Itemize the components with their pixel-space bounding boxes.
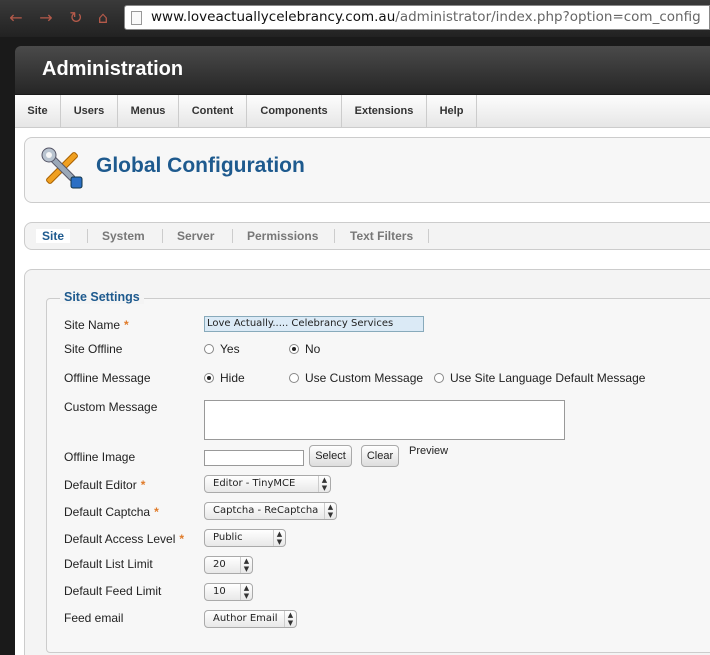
select-arrows-icon: ▲ ▼ — [240, 557, 252, 573]
feed-email-select[interactable]: Author Email ▲ ▼ — [204, 610, 297, 628]
custom-message-label: Custom Message — [64, 400, 158, 414]
required-marker: * — [140, 478, 146, 492]
default-feed-limit-select[interactable]: 10 ▲ ▼ — [204, 583, 253, 601]
offline-image-input[interactable] — [204, 450, 304, 466]
reload-icon[interactable]: ↻ — [66, 8, 86, 28]
offline-message-label: Offline Message — [64, 371, 151, 385]
page-icon — [131, 11, 142, 25]
radio-button[interactable] — [204, 344, 214, 354]
select-arrows-icon: ▲ ▼ — [240, 584, 252, 600]
home-icon[interactable]: ⌂ — [93, 8, 113, 28]
site-name-label: Site Name * — [64, 318, 129, 332]
tab-site[interactable]: Site — [36, 229, 71, 243]
offline-message-custom[interactable]: Use Custom Message — [289, 371, 423, 385]
feed-email-label: Feed email — [64, 611, 124, 625]
default-editor-select[interactable]: Editor - TinyMCE ▲ ▼ — [204, 475, 331, 493]
menu-help[interactable]: Help — [427, 95, 477, 128]
select-arrows-icon: ▲ ▼ — [324, 503, 336, 519]
menu-components[interactable]: Components — [247, 95, 342, 128]
menu-site[interactable]: Site — [15, 95, 61, 128]
site-settings-fieldset — [46, 298, 710, 653]
tab-divider — [162, 229, 163, 243]
offline-message-hide[interactable]: Hide — [204, 371, 245, 385]
default-list-limit-label: Default List Limit — [64, 557, 153, 571]
browser-toolbar: ← → ↻ ⌂ www.loveactuallycelebrancy.com.a… — [0, 0, 710, 37]
admin-title: Administration — [42, 58, 184, 80]
tab-divider — [428, 229, 429, 243]
offline-image-label: Offline Image — [64, 450, 136, 464]
arrow-right-icon[interactable]: → — [36, 8, 56, 28]
offline-message-default[interactable]: Use Site Language Default Message — [434, 371, 645, 385]
tools-icon — [41, 147, 83, 189]
admin-header: Administration — [15, 46, 710, 94]
site-offline-label: Site Offline — [64, 342, 123, 356]
tab-divider — [232, 229, 233, 243]
menu-extensions[interactable]: Extensions — [342, 95, 427, 128]
custom-message-textarea[interactable] — [204, 400, 565, 440]
select-arrows-icon: ▲ ▼ — [284, 611, 296, 627]
tab-server[interactable]: Server — [177, 229, 214, 243]
menu-menus[interactable]: Menus — [118, 95, 179, 128]
default-feed-limit-label: Default Feed Limit — [64, 584, 162, 598]
tab-system[interactable]: System — [102, 229, 145, 243]
tab-text-filters[interactable]: Text Filters — [350, 229, 413, 243]
default-captcha-label: Default Captcha * — [64, 505, 159, 519]
select-image-button[interactable]: Select — [309, 445, 352, 467]
radio-button[interactable] — [289, 373, 299, 383]
default-access-level-label: Default Access Level * — [64, 532, 185, 546]
required-marker: * — [154, 505, 159, 519]
radio-button[interactable] — [434, 373, 444, 383]
preview-label: Preview — [409, 445, 449, 457]
tab-permissions[interactable]: Permissions — [247, 229, 318, 243]
menu-content[interactable]: Content — [179, 95, 247, 128]
page-title: Global Configuration — [96, 154, 305, 177]
menu-users[interactable]: Users — [61, 95, 118, 128]
site-offline-no[interactable]: No — [289, 342, 320, 356]
address-bar[interactable]: www.loveactuallycelebrancy.com.au/admini… — [124, 5, 710, 30]
default-access-level-select[interactable]: Public ▲ ▼ — [204, 529, 286, 547]
select-arrows-icon: ▲ ▼ — [318, 476, 330, 492]
required-marker: * — [124, 318, 129, 332]
radio-button[interactable] — [204, 373, 214, 383]
default-list-limit-select[interactable]: 20 ▲ ▼ — [204, 556, 253, 574]
url-text: www.loveactuallycelebrancy.com.au/admini… — [151, 9, 701, 25]
fieldset-legend: Site Settings — [60, 290, 144, 304]
default-captcha-select[interactable]: Captcha - ReCaptcha ▲ ▼ — [204, 502, 337, 520]
select-arrows-icon: ▲ ▼ — [273, 530, 285, 546]
clear-image-button[interactable]: Clear — [361, 445, 399, 467]
radio-button[interactable] — [289, 344, 299, 354]
default-editor-label: Default Editor * — [64, 478, 146, 492]
site-offline-yes[interactable]: Yes — [204, 342, 240, 356]
arrow-left-icon[interactable]: ← — [6, 8, 26, 28]
required-marker: * — [179, 532, 185, 546]
tab-divider — [334, 229, 335, 243]
site-name-input[interactable]: Love Actually..... Celebrancy Services — [204, 316, 424, 332]
main-menu: Site Users Menus Content Components Exte… — [15, 95, 710, 128]
tab-divider — [87, 229, 88, 243]
